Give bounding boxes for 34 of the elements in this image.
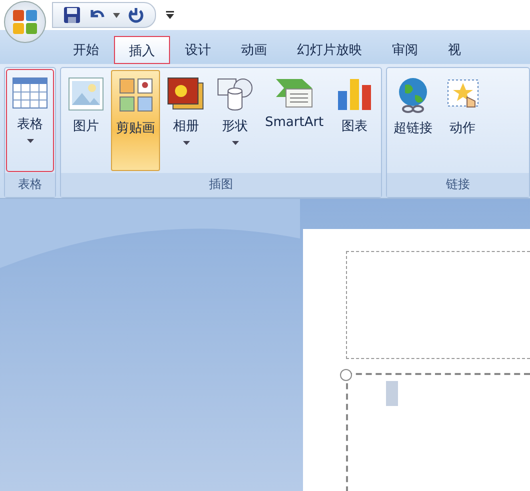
office-logo bbox=[10, 7, 40, 37]
ribbon-tab[interactable]: 开始 bbox=[58, 36, 114, 64]
clipart-icon bbox=[118, 77, 154, 113]
ribbon-tab[interactable]: 设计 bbox=[170, 36, 226, 64]
ribbon-tab[interactable]: 审阅 bbox=[377, 36, 433, 64]
redo-icon[interactable] bbox=[127, 6, 145, 24]
group-label: 插图 bbox=[61, 173, 381, 197]
save-icon[interactable] bbox=[63, 6, 81, 24]
caret-icon[interactable] bbox=[113, 12, 120, 18]
group-label: 表格 bbox=[5, 173, 55, 197]
smartart-icon bbox=[274, 77, 314, 109]
ribbon-tab[interactable]: 视 bbox=[433, 36, 476, 64]
ribbon-tab[interactable]: 动画 bbox=[226, 36, 282, 64]
ribbon-button[interactable]: 表格 bbox=[7, 70, 53, 171]
ribbon-tab[interactable]: 插入 bbox=[114, 36, 170, 64]
ribbon-button[interactable]: SmartArt bbox=[260, 70, 329, 171]
ribbon-button[interactable]: 动作 bbox=[440, 70, 486, 171]
ribbon-button[interactable]: 超链接 bbox=[388, 70, 438, 171]
ribbon-tab[interactable]: 幻灯片放映 bbox=[282, 36, 377, 64]
ribbon-button[interactable]: 图表 bbox=[330, 70, 379, 171]
office-button[interactable] bbox=[4, 1, 46, 43]
resize-handle[interactable] bbox=[340, 369, 352, 381]
ribbon-button[interactable]: 剪贴画 bbox=[111, 70, 160, 171]
photo-album-icon bbox=[167, 77, 205, 111]
customize-icon[interactable] bbox=[166, 11, 174, 19]
bar-chart-icon bbox=[336, 77, 374, 111]
picture-icon bbox=[68, 77, 104, 111]
group-label: 链接 bbox=[386, 173, 529, 197]
text-cursor bbox=[386, 381, 398, 406]
table-icon bbox=[12, 77, 48, 109]
ribbon-button[interactable]: 图片 bbox=[63, 70, 109, 171]
ribbon-button[interactable]: 相册 bbox=[162, 70, 210, 171]
ribbon-button[interactable]: 形状 bbox=[212, 70, 258, 171]
shapes-icon bbox=[217, 77, 253, 111]
